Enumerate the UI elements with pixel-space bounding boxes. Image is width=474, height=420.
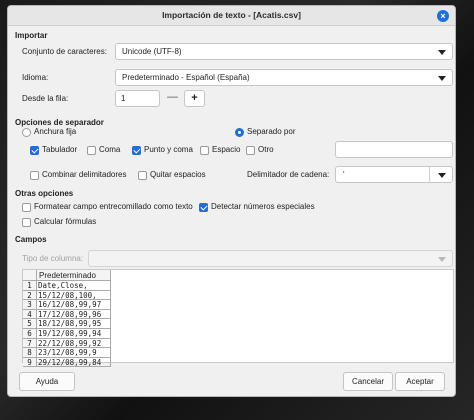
preview-grid[interactable]: Predeterminado 1 Date,Close, 2 15/12/08,100… [22, 269, 454, 368]
trim-spaces-checkbox[interactable] [138, 171, 147, 180]
row-number[interactable]: 8 [23, 348, 37, 358]
increment-button[interactable]: + [184, 90, 205, 107]
merge-delimiters-label: Combinar delimitadores [42, 170, 127, 179]
separator-section-title: Opciones de separador [15, 118, 104, 127]
semicolon-checkbox[interactable] [132, 146, 141, 155]
from-row-input[interactable]: 1 [115, 90, 160, 107]
fixed-width-radio[interactable] [22, 128, 31, 137]
merge-delimiters-checkbox[interactable] [30, 171, 39, 180]
table-cell[interactable]: 29/12/08,99,84 [37, 357, 111, 368]
evaluate-formulas-checkbox[interactable] [22, 218, 31, 227]
table-cell[interactable]: 16/12/08,99,97 [37, 300, 111, 310]
text-import-dialog: Importación de texto - [Acatis.csv] × Im… [7, 5, 456, 397]
grid-corner [23, 270, 37, 281]
table-cell[interactable]: 19/12/08,99,94 [37, 329, 111, 339]
charset-label: Conjunto de caracteres: [22, 47, 107, 56]
other-label: Otro [258, 145, 274, 154]
tab-checkbox[interactable] [30, 146, 39, 155]
column-type-label: Tipo de columna: [22, 254, 84, 263]
table-cell[interactable]: 17/12/08,99,96 [37, 309, 111, 320]
string-delimiter-select[interactable]: ' [335, 166, 453, 183]
cancel-button[interactable]: Cancelar [343, 372, 393, 391]
table-row[interactable]: 5 18/12/08,99,95 [23, 319, 453, 329]
table-cell[interactable]: Date,Close, [37, 281, 111, 291]
tab-label: Tabulador [42, 145, 78, 154]
row-number[interactable]: 6 [23, 329, 37, 339]
separated-by-label: Separado por [247, 127, 296, 136]
comma-checkbox[interactable] [87, 146, 96, 155]
string-delimiter-label: Delimitador de cadena: [247, 170, 330, 179]
column-type-select[interactable] [88, 250, 453, 267]
import-section-title: Importar [15, 31, 48, 40]
table-row[interactable]: 3 16/12/08,99,97 [23, 300, 453, 310]
semicolon-label: Punto y coma [144, 145, 193, 154]
language-select[interactable]: Predeterminado - Español (España) [115, 69, 453, 86]
table-row[interactable]: 6 19/12/08,99,94 [23, 329, 453, 339]
chevron-down-icon [438, 173, 446, 178]
row-number[interactable]: 5 [23, 319, 37, 329]
row-number[interactable]: 3 [23, 300, 37, 310]
language-label: Idioma: [22, 73, 49, 82]
from-row-label: Desde la fila: [22, 94, 69, 103]
table-cell[interactable]: 23/12/08,99,9 [37, 348, 111, 358]
accept-button[interactable]: Aceptar [395, 372, 445, 391]
column-header[interactable]: Predeterminado [37, 270, 111, 281]
chevron-down-icon [438, 50, 446, 55]
window-title: Importación de texto - [Acatis.csv] [162, 10, 301, 20]
chevron-down-icon [438, 257, 446, 262]
table-row[interactable]: 7 22/12/08,99,92 [23, 338, 453, 349]
charset-value: Unicode (UTF-8) [122, 47, 182, 56]
detect-special-label: Detectar números especiales [211, 202, 315, 211]
evaluate-formulas-label: Calcular fórmulas [34, 217, 97, 226]
table-row[interactable]: 8 23/12/08,99,9 [23, 348, 453, 358]
format-quoted-label: Formatear campo entrecomillado como text… [34, 202, 193, 211]
other-options-section-title: Otras opciones [15, 189, 74, 198]
language-value: Predeterminado - Español (España) [122, 73, 250, 82]
table-cell[interactable]: 22/12/08,99,92 [37, 338, 111, 349]
other-separator-input[interactable] [335, 141, 453, 158]
chevron-down-icon [438, 76, 446, 81]
table-cell[interactable]: 15/12/08,100, [37, 290, 111, 301]
table-cell[interactable]: 18/12/08,99,95 [37, 319, 111, 329]
table-row[interactable]: 9 29/12/08,99,84 [23, 357, 453, 368]
table-row[interactable]: 1 Date,Close, [23, 281, 453, 291]
space-checkbox[interactable] [200, 146, 209, 155]
table-row[interactable]: 4 17/12/08,99,96 [23, 309, 453, 320]
detect-special-checkbox[interactable] [199, 203, 208, 212]
row-number[interactable]: 4 [23, 309, 37, 320]
fixed-width-label: Anchura fija [34, 127, 77, 136]
trim-spaces-label: Quitar espacios [150, 170, 206, 179]
close-icon[interactable]: × [437, 10, 449, 22]
other-checkbox[interactable] [246, 146, 255, 155]
from-row-value: 1 [121, 94, 126, 103]
table-row[interactable]: 2 15/12/08,100, [23, 290, 453, 301]
charset-select[interactable]: Unicode (UTF-8) [115, 43, 453, 60]
row-number[interactable]: 2 [23, 290, 37, 301]
row-number[interactable]: 9 [23, 357, 37, 368]
string-delimiter-value: ' [343, 170, 345, 179]
comma-label: Coma [99, 145, 121, 154]
space-label: Espacio [212, 145, 241, 154]
row-number[interactable]: 1 [23, 281, 37, 291]
help-button[interactable]: Ayuda [19, 372, 75, 391]
fields-section-title: Campos [15, 235, 47, 244]
title-bar: Importación de texto - [Acatis.csv] × [8, 6, 455, 26]
decrement-button[interactable]: — [162, 90, 183, 107]
separated-by-radio[interactable] [235, 128, 244, 137]
format-quoted-checkbox[interactable] [22, 203, 31, 212]
row-number[interactable]: 7 [23, 338, 37, 349]
